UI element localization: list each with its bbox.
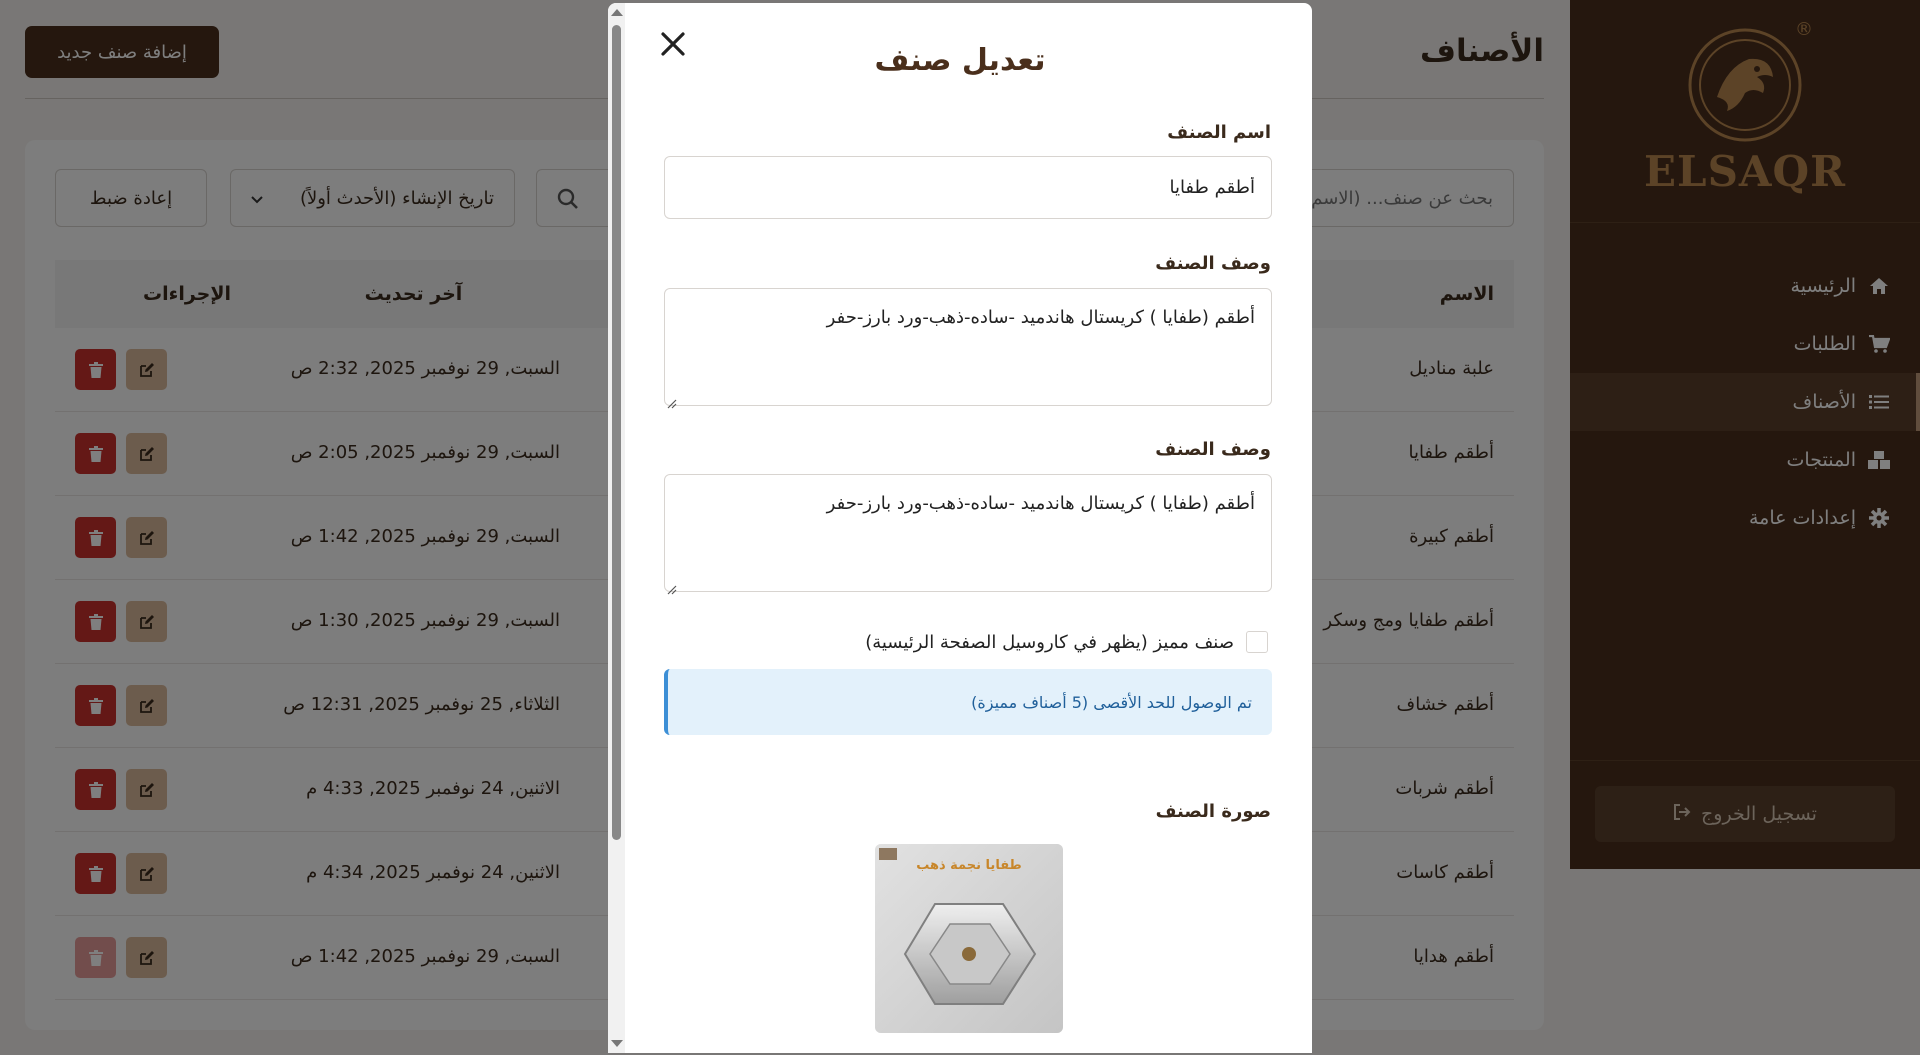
description-textarea-secondary[interactable]: أطقم (طفايا ) كريستال هاندميد -ساده-ذهب-… <box>664 474 1272 595</box>
image-label: صورة الصنف <box>1155 801 1271 822</box>
description-label-secondary: وصف الصنف <box>1155 439 1271 460</box>
resize-handle-icon[interactable] <box>667 579 677 595</box>
description-textarea[interactable]: أطقم (طفايا ) كريستال هاندميد -ساده-ذهب-… <box>664 288 1272 409</box>
featured-label[interactable]: صنف مميز (يظهر في كاروسيل الصفحة الرئيسي… <box>865 632 1234 653</box>
modal-scrollbar[interactable] <box>608 3 625 1053</box>
scroll-down-arrow-icon[interactable] <box>611 1040 623 1047</box>
description-text: أطقم (طفايا ) كريستال هاندميد -ساده-ذهب-… <box>826 493 1255 514</box>
featured-limit-text: تم الوصول للحد الأقصى (5 أصناف مميزة) <box>971 692 1252 712</box>
category-name-field[interactable] <box>664 156 1272 219</box>
edit-category-modal: تعديل صنف اسم الصنف وصف الصنف أطقم (طفاي… <box>608 3 1312 1053</box>
description-label: وصف الصنف <box>1155 253 1271 274</box>
modal-title: تعديل صنف <box>874 43 1046 78</box>
image-caption: طفايا نجمة ذهب <box>916 858 1022 873</box>
category-image[interactable]: طفايا نجمة ذهب <box>875 844 1063 1033</box>
scroll-thumb[interactable] <box>612 25 621 840</box>
name-label: اسم الصنف <box>1167 122 1271 143</box>
resize-handle-icon[interactable] <box>667 393 677 409</box>
featured-limit-alert: تم الوصول للحد الأقصى (5 أصناف مميزة) <box>664 669 1272 735</box>
featured-checkbox[interactable] <box>1246 631 1268 653</box>
description-text: أطقم (طفايا ) كريستال هاندميد -ساده-ذهب-… <box>826 307 1255 328</box>
featured-option: صنف مميز (يظهر في كاروسيل الصفحة الرئيسي… <box>865 631 1268 653</box>
scroll-up-arrow-icon[interactable] <box>611 9 623 16</box>
